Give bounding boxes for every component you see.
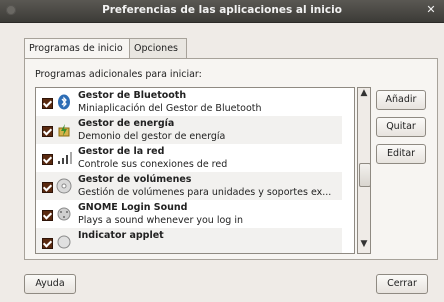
item-title: Gestor de Bluetooth [78, 90, 187, 101]
energy-manager-icon [56, 122, 72, 138]
tab-programas-de-inicio[interactable]: Programas de inicio [24, 38, 133, 60]
list-item[interactable]: Gestor de energía Demonio del gestor de … [36, 116, 342, 144]
bluetooth-icon [56, 94, 72, 110]
network-manager-icon [56, 150, 72, 166]
item-title: Gestor de la red [78, 146, 165, 157]
close-window-icon[interactable]: ✕ [424, 3, 438, 17]
remove-button[interactable]: Quitar [376, 117, 426, 137]
enabled-checkbox[interactable] [42, 210, 53, 221]
title-bar: Preferencias de las aplicaciones al inic… [0, 0, 444, 23]
help-button[interactable]: Ayuda [24, 274, 76, 294]
item-subtitle: Controle sus conexiones de red [78, 159, 228, 170]
indicator-applet-icon [56, 234, 72, 250]
item-title: Gestor de energía [78, 118, 175, 129]
enabled-checkbox[interactable] [42, 238, 53, 249]
item-subtitle: Gestión de volúmenes para unidades y sop… [78, 187, 332, 198]
list-item[interactable]: Gestor de Bluetooth Miniaplicación del G… [36, 88, 342, 116]
item-title: Gestor de volúmenes [78, 174, 192, 185]
volume-manager-icon [56, 178, 72, 194]
startup-applications-window: Preferencias de las aplicaciones al inic… [0, 0, 444, 302]
list-item[interactable]: Gestor de volúmenes Gestión de volúmenes… [36, 172, 342, 200]
scroll-down-icon[interactable]: ▼ [358, 239, 370, 253]
item-title: GNOME Login Sound [78, 202, 188, 213]
window-title: Preferencias de las aplicaciones al inic… [102, 4, 342, 16]
list-item[interactable]: GNOME Login Sound Plays a sound whenever… [36, 200, 342, 228]
add-button[interactable]: Añadir [376, 90, 426, 110]
item-title: Indicator applet [78, 230, 164, 241]
list-scrollbar[interactable]: ▲ ▼ [357, 87, 371, 254]
list-item[interactable]: Indicator applet [36, 228, 342, 253]
gnome-sound-icon [56, 206, 72, 222]
enabled-checkbox[interactable] [42, 98, 53, 109]
scroll-thumb[interactable] [359, 163, 371, 187]
enabled-checkbox[interactable] [42, 182, 53, 193]
close-button[interactable]: Cerrar [376, 274, 428, 294]
enabled-checkbox[interactable] [42, 154, 53, 165]
tab-opciones[interactable]: Opciones [129, 38, 187, 59]
section-label: Programas adicionales para iniciar: [35, 69, 202, 80]
item-subtitle: Miniaplicación del Gestor de Bluetooth [78, 103, 262, 114]
scroll-up-icon[interactable]: ▲ [358, 88, 370, 102]
startup-programs-list[interactable]: Gestor de Bluetooth Miniaplicación del G… [35, 87, 355, 254]
item-subtitle: Demonio del gestor de energía [78, 131, 226, 142]
edit-button[interactable]: Editar [376, 144, 426, 164]
list-item[interactable]: Gestor de la red Controle sus conexiones… [36, 144, 342, 172]
item-subtitle: Plays a sound whenever you log in [78, 215, 244, 226]
enabled-checkbox[interactable] [42, 126, 53, 137]
